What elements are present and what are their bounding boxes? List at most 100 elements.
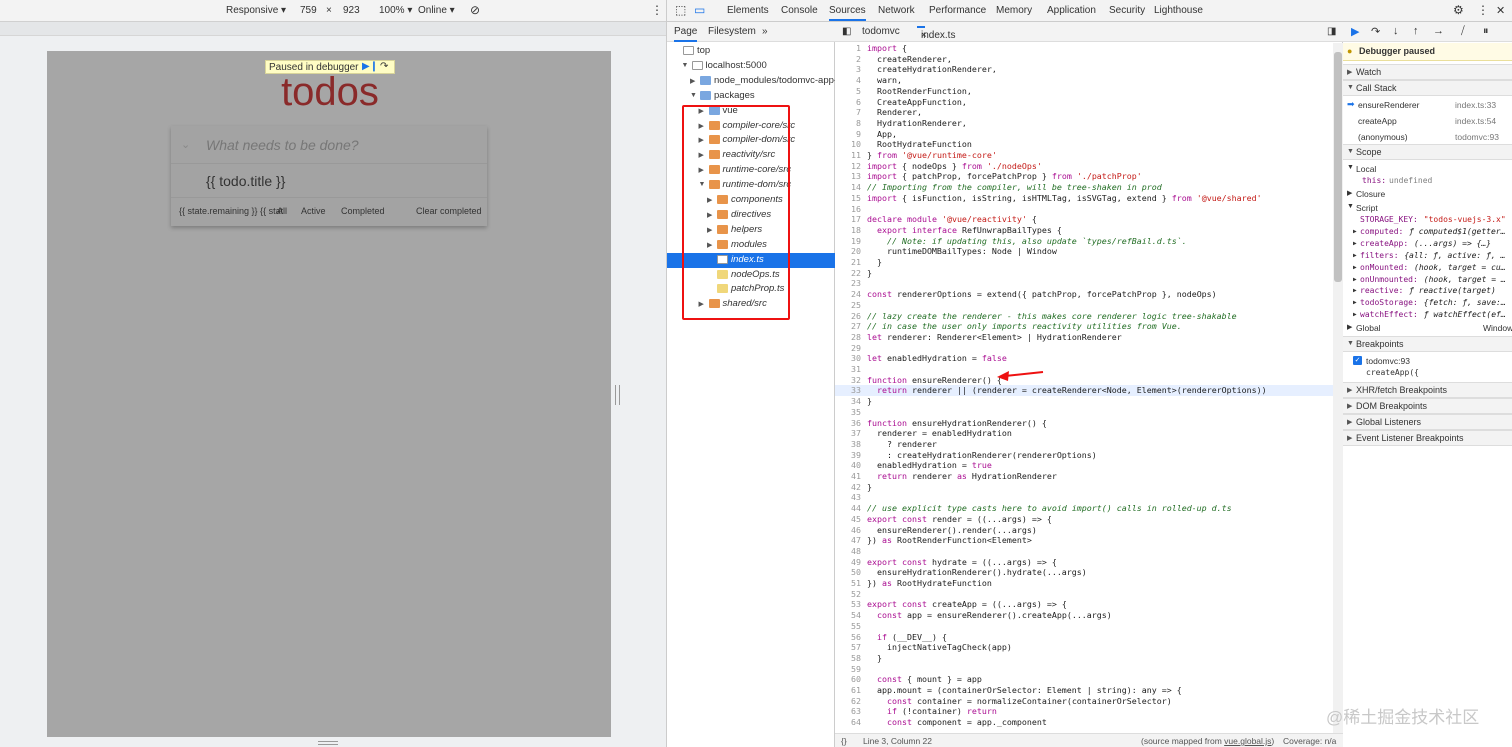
code-line[interactable]: 20 runtimeDOMBailTypes: Node | Window [835,246,1333,257]
line-number[interactable]: 14 [835,182,861,193]
code-line[interactable]: 43 [835,492,1333,503]
code-line[interactable]: 42} [835,482,1333,493]
expand-icon[interactable]: ▶ [1353,287,1357,294]
code-line[interactable]: 15 import { isFunction, isString, isHTMLT… [835,193,1333,204]
device-toggle-icon[interactable]: ▭ [694,3,705,17]
line-number[interactable]: 22 [835,268,861,279]
line-number[interactable]: 4 [835,75,861,86]
code-line[interactable]: 19 // Note: if updating this, also updat… [835,236,1333,247]
line-number[interactable]: 39 [835,450,861,461]
code-line[interactable]: 25 [835,300,1333,311]
line-number[interactable]: 27 [835,321,861,332]
call-stack-section[interactable]: ▼ Call Stack [1343,80,1512,96]
scope-variable[interactable]: STORAGE_KEY: "todos-vuejs-3.x" [1343,214,1512,226]
inspect-icon[interactable]: ⬚ [675,3,686,17]
frame-location[interactable]: index.ts:33 [1455,100,1496,110]
code-line[interactable]: 7 Renderer, [835,107,1333,118]
call-frame[interactable]: ➡ ensureRenderer index.ts:33 [1343,97,1512,113]
tab-memory[interactable]: Memory [996,5,1032,16]
line-number[interactable]: 28 [835,332,861,343]
line-number[interactable]: 33 [835,385,861,396]
code-line[interactable]: 8 HydrationRenderer, [835,118,1333,129]
step-over-icon[interactable]: ↷ [1371,25,1380,38]
line-number[interactable]: 58 [835,653,861,664]
filter-completed[interactable]: Completed [341,206,385,216]
line-number[interactable]: 53 [835,599,861,610]
tab-performance[interactable]: Performance [929,5,986,16]
code-line[interactable]: 28 let renderer: Renderer<Element> | Hydr… [835,332,1333,343]
filter-all[interactable]: All [277,206,287,216]
tab-network[interactable]: Network [878,5,915,16]
code-line[interactable]: 29 [835,343,1333,354]
scrollbar-thumb[interactable] [1334,52,1342,282]
breakpoint-item[interactable]: ✓ todomvc:93 [1343,355,1512,367]
scope-global[interactable]: ▶ Global Window [1343,322,1512,334]
dom-breakpoints-section[interactable]: ▶ DOM Breakpoints [1343,398,1512,414]
resize-handle[interactable] [615,385,620,405]
code-line[interactable]: 16 [835,204,1333,215]
scope-variable[interactable]: ▶ onUnmounted: (hook, target = … [1343,274,1512,286]
tab-security[interactable]: Security [1109,5,1145,16]
code-line[interactable]: 64 const component = app._component [835,717,1333,728]
code-line[interactable]: 6 CreateAppFunction, [835,97,1333,108]
more-vert-icon[interactable]: ⋮ [651,3,663,17]
step-out-icon[interactable]: ↑ [1413,25,1419,37]
tab-console[interactable]: Console [781,5,818,16]
event-listener-breakpoints-section[interactable]: ▶ Event Listener Breakpoints [1343,430,1512,446]
new-todo-input[interactable]: ⌄ What needs to be done? [171,126,487,164]
breakpoints-section[interactable]: ▼ Breakpoints [1343,336,1512,352]
line-number[interactable]: 19 [835,236,861,247]
line-number[interactable]: 46 [835,525,861,536]
line-number[interactable]: 26 [835,311,861,322]
code-line[interactable]: 61 app.mount = (containerOrSelector: Ele… [835,685,1333,696]
line-number[interactable]: 7 [835,107,861,118]
scope-variable[interactable]: ▶ watchEffect: ƒ watchEffect(ef… [1343,309,1512,321]
line-number[interactable]: 5 [835,86,861,97]
expand-icon[interactable]: ▶ [690,77,695,85]
scope-variable[interactable]: ▶ computed: ƒ computed$1(getter… [1343,226,1512,238]
scope-variable[interactable]: ▶ onMounted: (hook, target = cu… [1343,262,1512,274]
scope-variable[interactable]: ▶ reactive: ƒ reactive(target) [1343,285,1512,297]
code-line[interactable]: 37 renderer = enabledHydration [835,428,1333,439]
tab-index-ts[interactable]: index.ts × [917,26,955,41]
code-line[interactable]: 45 export const render = ((...args) => { [835,514,1333,525]
watch-section[interactable]: ▶ Watch [1343,64,1512,80]
code-line[interactable]: 3 createHydrationRenderer, [835,64,1333,75]
close-tab-icon[interactable]: × [921,30,927,41]
line-number[interactable]: 1 [835,43,861,54]
line-number[interactable]: 35 [835,407,861,418]
code-line[interactable]: 24 const rendererOptions = extend({ patch… [835,289,1333,300]
scope-variable[interactable]: ▶ createApp: (...args) => {…} [1343,238,1512,250]
source-link[interactable]: vue.global.js [1224,736,1271,746]
line-number[interactable]: 29 [835,343,861,354]
line-number[interactable]: 30 [835,353,861,364]
code-line[interactable]: 22} [835,268,1333,279]
line-number[interactable]: 50 [835,567,861,578]
code-area[interactable]: 1 import {2 createRenderer, 3 createHydrat… [835,43,1333,733]
code-line[interactable]: 51}) as RootHydrateFunction [835,578,1333,589]
line-number[interactable]: 49 [835,557,861,568]
line-number[interactable]: 44 [835,503,861,514]
code-line[interactable]: 26 // lazy create the renderer - this mak… [835,311,1333,322]
scope-section[interactable]: ▼ Scope [1343,144,1512,160]
height-input[interactable]: 923 [343,5,360,16]
code-line[interactable]: 60 const { mount } = app [835,674,1333,685]
line-number[interactable]: 34 [835,396,861,407]
tab-application[interactable]: Application [1047,5,1096,16]
line-number[interactable]: 6 [835,97,861,108]
code-line[interactable]: 4 warn, [835,75,1333,86]
line-number[interactable]: 12 [835,161,861,172]
code-line[interactable]: 33 return renderer || (renderer = create… [835,385,1333,397]
code-line[interactable]: 52 [835,589,1333,600]
line-number[interactable]: 23 [835,278,861,289]
tree-item[interactable]: ▼ localhost:5000 [667,59,835,74]
code-line[interactable]: 48 [835,546,1333,557]
line-number[interactable]: 52 [835,589,861,600]
code-line[interactable]: 12 import { nodeOps } from './nodeOps' [835,161,1333,172]
global-listeners-section[interactable]: ▶ Global Listeners [1343,414,1512,430]
toggle-navigator-icon[interactable]: ◧ [842,26,851,37]
code-line[interactable]: 11} from '@vue/runtime-core' [835,150,1333,161]
more-vert-icon[interactable]: ⋮ [1477,3,1489,17]
line-number[interactable]: 16 [835,204,861,215]
throttle-dropdown[interactable]: Online ▾ [418,5,455,16]
